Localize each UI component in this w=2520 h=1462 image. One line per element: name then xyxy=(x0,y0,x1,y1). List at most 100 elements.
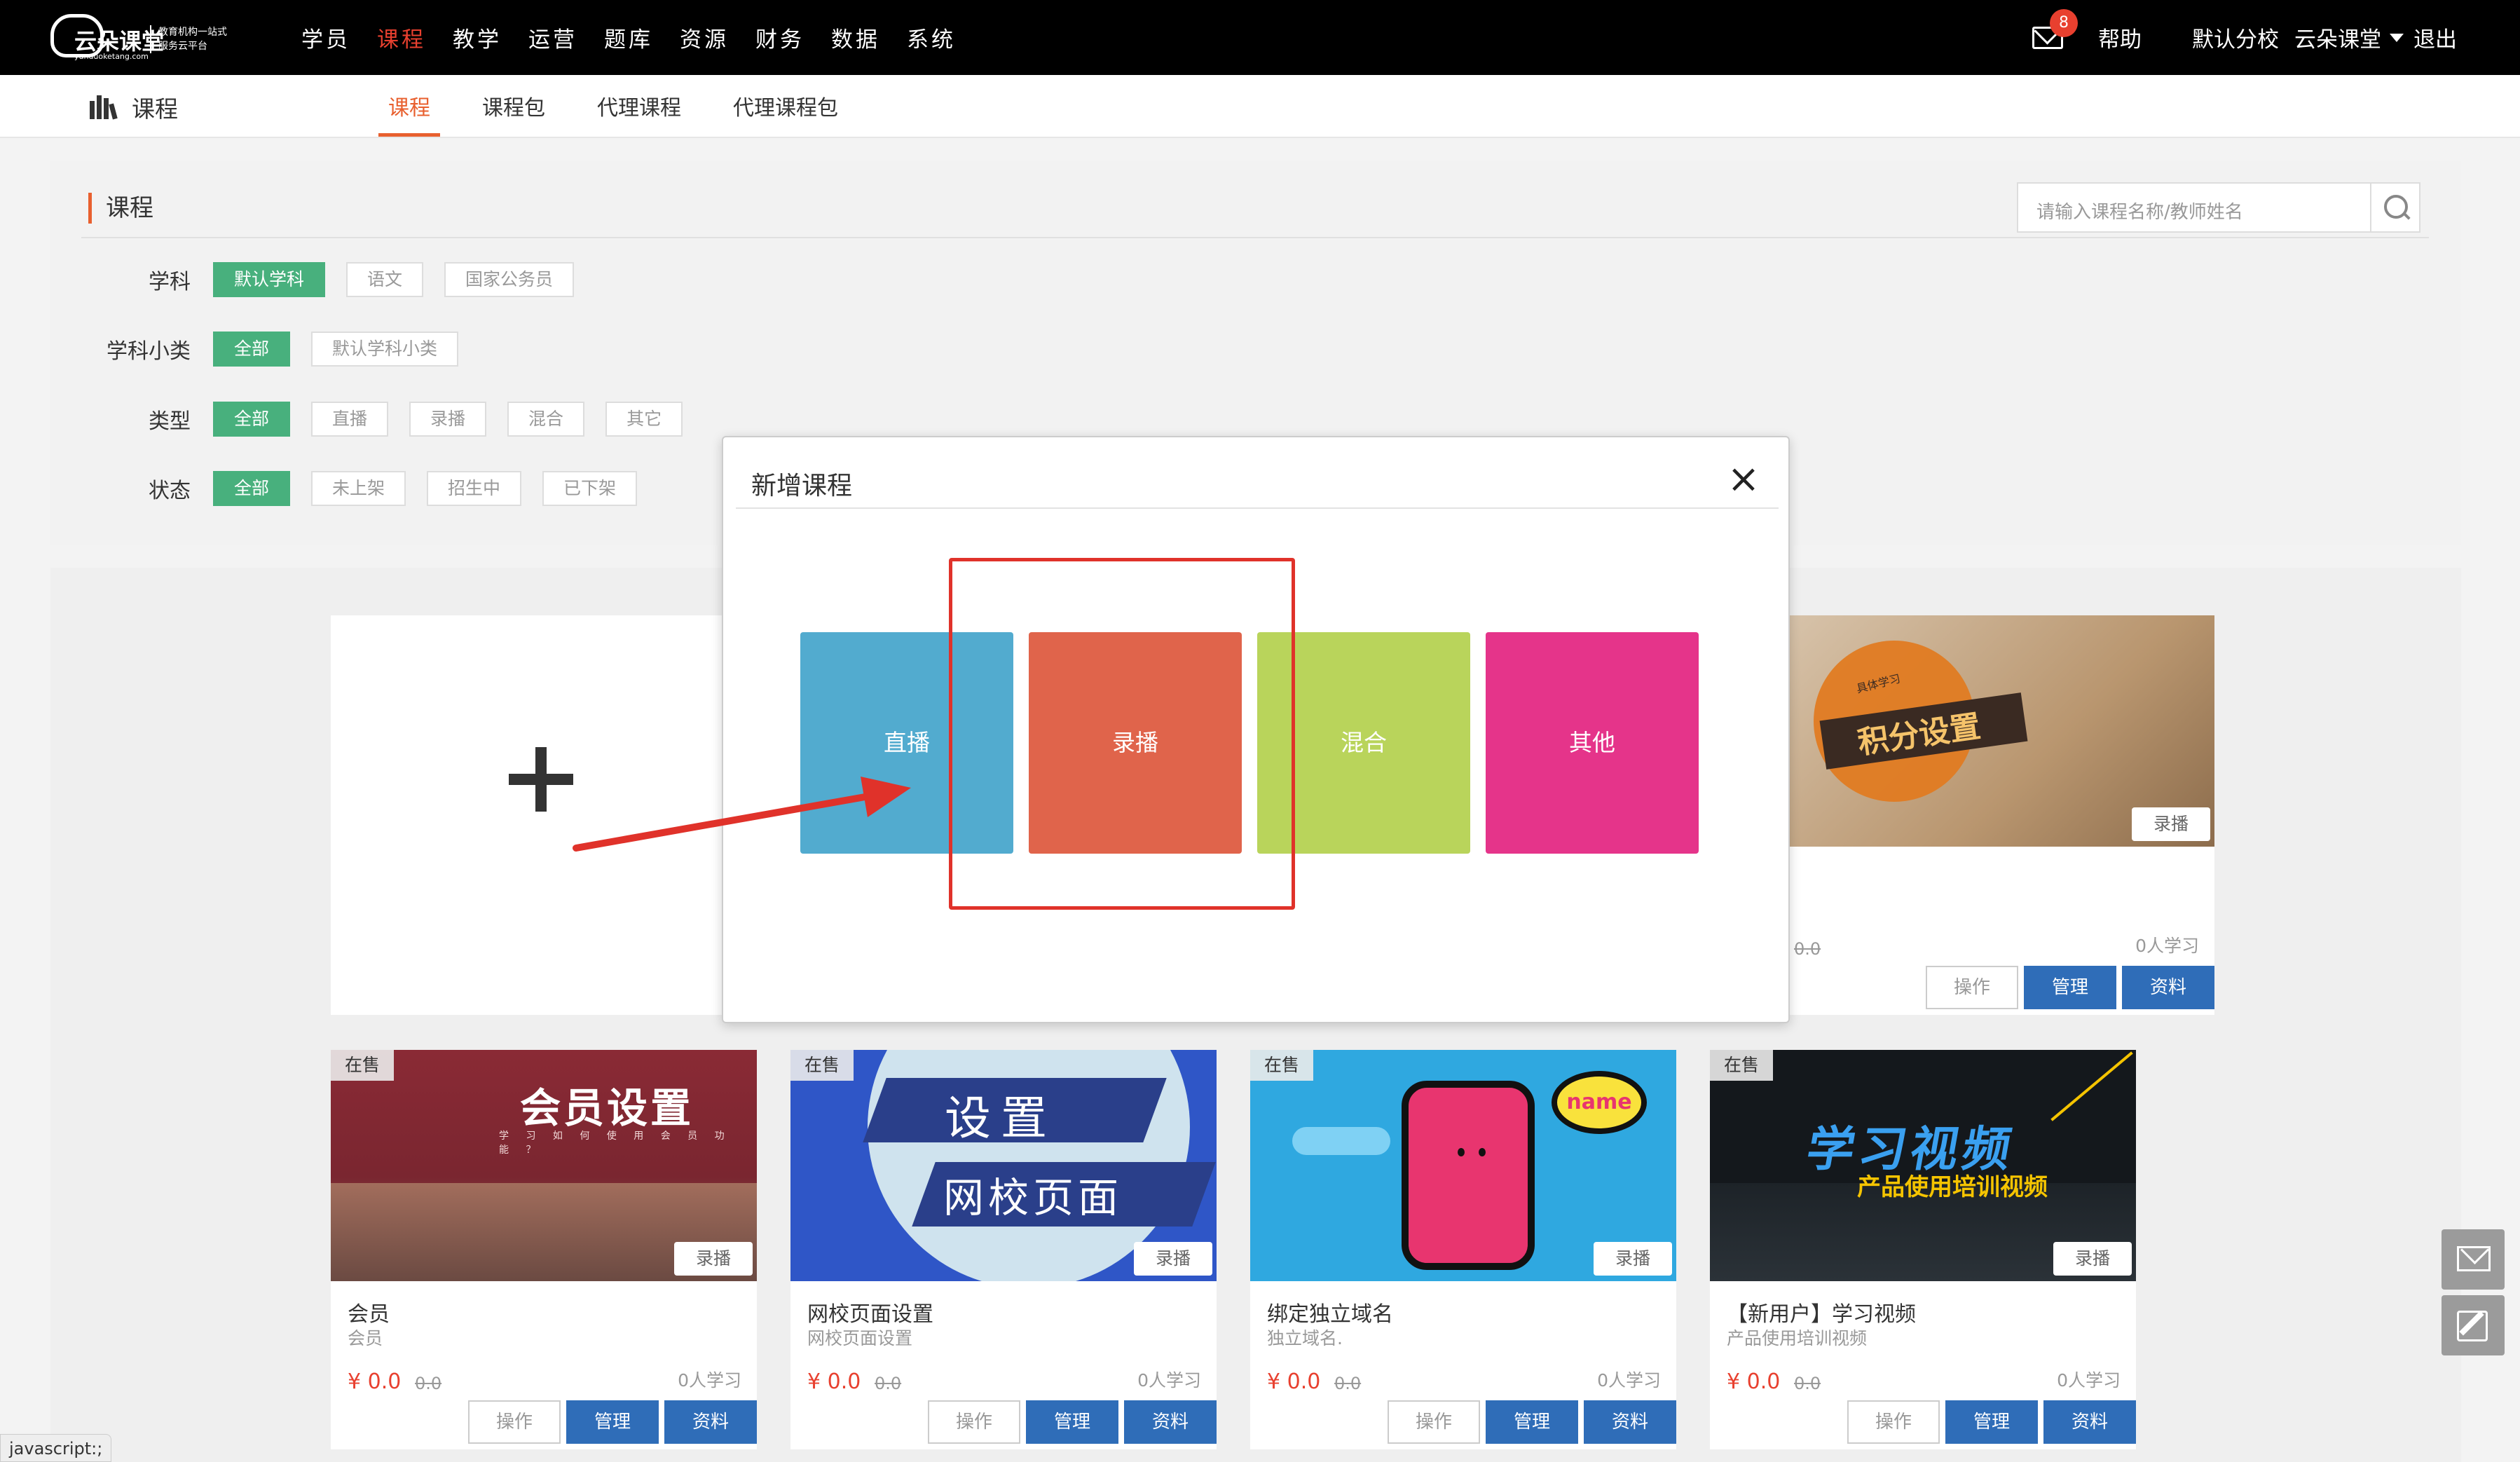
course-thumbnail[interactable]: 设置 网校页面 在售 录播 xyxy=(790,1050,1217,1281)
course-subtitle: 会员 xyxy=(348,1328,383,1348)
nav-item-finance[interactable]: 财务 xyxy=(755,22,804,53)
material-button[interactable]: 资料 xyxy=(1124,1400,1217,1444)
nav-item-question-bank[interactable]: 题库 xyxy=(604,22,653,53)
user-menu[interactable]: 云朵课堂 xyxy=(2294,22,2381,53)
course-subtitle: 独立域名. xyxy=(1267,1328,1343,1348)
filter-option[interactable]: 其它 xyxy=(605,402,683,437)
manage-button[interactable]: 管理 xyxy=(2024,966,2116,1009)
modal-title: 新增课程 xyxy=(751,472,853,500)
filter-option[interactable]: 全部 xyxy=(213,471,291,506)
tab-course-packages[interactable]: 课程包 xyxy=(472,75,555,137)
feedback-mail-button[interactable] xyxy=(2442,1229,2505,1290)
original-price: 0.0 xyxy=(875,1374,902,1393)
filter-option[interactable]: 已下架 xyxy=(542,471,638,506)
course-title[interactable]: 【新用户】学习视频 xyxy=(1727,1297,1916,1327)
filter-option[interactable]: 语文 xyxy=(346,262,424,297)
course-search[interactable]: 请输入课程名称/教师姓名 xyxy=(2017,182,2420,233)
course-title[interactable]: 绑定独立域名 xyxy=(1267,1297,1393,1327)
manage-button[interactable]: 管理 xyxy=(1945,1400,2038,1444)
nav-item-system[interactable]: 系统 xyxy=(907,22,956,53)
operate-button[interactable]: 操作 xyxy=(468,1400,561,1444)
nav-item-students[interactable]: 学员 xyxy=(301,22,350,53)
filter-option[interactable]: 全部 xyxy=(213,402,291,437)
material-button[interactable]: 资料 xyxy=(2122,966,2214,1009)
close-icon[interactable]: × xyxy=(1727,460,1760,499)
filter-option[interactable]: 全部 xyxy=(213,332,291,367)
main-nav: 学员 课程 教学 运营 题库 资源 财务 数据 系统 xyxy=(301,0,982,75)
course-thumbnail[interactable]: name 在售 录播 xyxy=(1250,1050,1676,1281)
top-navbar: 云朵课堂 yunduoketang.com 教育机构一站式服务云平台 学员 课程… xyxy=(0,0,2520,75)
filter-label: 学科小类 xyxy=(107,339,191,364)
nav-item-resources[interactable]: 资源 xyxy=(680,22,729,53)
learner-count: 0人学习 xyxy=(2057,1370,2121,1391)
course-thumbnail[interactable]: 会员设置 学 习 如 何 使 用 会 员 功 能 ？ 在售 录播 xyxy=(331,1050,757,1281)
tab-agent-course-packages[interactable]: 代理课程包 xyxy=(723,75,848,137)
course-card[interactable]: 学习视频 产品使用培训视频 在售 录播 【新用户】学习视频 产品使用培训视频 ¥… xyxy=(1710,1050,2136,1449)
filter-option[interactable]: 混合 xyxy=(507,402,585,437)
course-type-live-button[interactable]: 直播 xyxy=(800,632,1013,854)
operate-button[interactable]: 操作 xyxy=(1926,966,2018,1009)
filter-option[interactable]: 招生中 xyxy=(427,471,522,506)
card-actions: 操作 管理 资料 xyxy=(1382,1400,1676,1444)
filter-option[interactable]: 国家公务员 xyxy=(444,262,575,297)
material-button[interactable]: 资料 xyxy=(664,1400,757,1444)
manage-button[interactable]: 管理 xyxy=(1026,1400,1118,1444)
tab-courses[interactable]: 课程 xyxy=(378,75,440,137)
course-card[interactable]: 具体学习 积分设置 录播 0.0 0人学习 操作 管理 资料 xyxy=(1788,615,2214,1015)
manage-button[interactable]: 管理 xyxy=(566,1400,659,1444)
course-thumbnail[interactable]: 具体学习 积分设置 录播 xyxy=(1788,615,2214,847)
course-price: ¥ 0.0 xyxy=(807,1369,861,1394)
card-actions: 操作 管理 资料 xyxy=(1920,966,2214,1009)
search-input[interactable]: 请输入课程名称/教师姓名 xyxy=(2036,198,2243,224)
filter-option[interactable]: 默认学科 xyxy=(213,262,326,297)
original-price: 0.0 xyxy=(415,1374,442,1393)
original-price: 0.0 xyxy=(1794,939,1821,959)
learner-count: 0人学习 xyxy=(678,1370,741,1391)
divider xyxy=(81,237,2429,238)
filter-option[interactable]: 录播 xyxy=(409,402,487,437)
search-icon[interactable] xyxy=(2370,184,2419,231)
nav-item-data[interactable]: 数据 xyxy=(831,22,880,53)
branch-name: 默认分校 xyxy=(2192,27,2279,53)
course-title[interactable]: 会员 xyxy=(348,1297,390,1327)
brand-logo[interactable]: 云朵课堂 yunduoketang.com 教育机构一站式服务云平台 xyxy=(50,13,233,62)
tab-agent-courses[interactable]: 代理课程 xyxy=(587,75,691,137)
filter-option[interactable]: 直播 xyxy=(311,402,389,437)
filter-option[interactable]: 未上架 xyxy=(311,471,406,506)
mail-icon[interactable]: 8 xyxy=(2032,8,2078,49)
course-card[interactable]: name 在售 录播 绑定独立域名 独立域名. ¥ 0.0 0.0 0人学习 操… xyxy=(1250,1050,1676,1449)
operate-button[interactable]: 操作 xyxy=(1847,1400,1940,1444)
filter-label: 状态 xyxy=(149,479,191,503)
add-course-card[interactable] xyxy=(331,615,751,1015)
card-actions: 操作 管理 资料 xyxy=(922,1400,1217,1444)
edit-button[interactable] xyxy=(2442,1295,2505,1355)
thumbnail-text: 设置 xyxy=(945,1091,1057,1145)
nav-item-courses[interactable]: 课程 xyxy=(377,22,426,53)
add-course-modal: 新增课程 × 直播 录播 混合 其他 xyxy=(722,436,1790,1023)
logout-link[interactable]: 退出 xyxy=(2413,22,2457,53)
caret-down-icon[interactable] xyxy=(2390,33,2404,42)
course-title[interactable]: 网校页面设置 xyxy=(807,1297,933,1327)
operate-button[interactable]: 操作 xyxy=(1388,1400,1480,1444)
on-sale-badge: 在售 xyxy=(1250,1050,1314,1081)
brand-slogan: 教育机构一站式服务云平台 xyxy=(158,27,227,52)
sub-tabs: 课程 课程包 代理课程 代理课程包 xyxy=(378,75,880,137)
operate-button[interactable]: 操作 xyxy=(928,1400,1020,1444)
filter-option[interactable]: 默认学科小类 xyxy=(311,332,459,367)
material-button[interactable]: 资料 xyxy=(1584,1400,1676,1444)
course-type-recorded-button[interactable]: 录播 xyxy=(1029,632,1242,854)
course-type-mixed-button[interactable]: 混合 xyxy=(1257,632,1470,854)
card-actions: 操作 管理 资料 xyxy=(463,1400,757,1444)
course-thumbnail[interactable]: 学习视频 产品使用培训视频 在售 录播 xyxy=(1710,1050,2136,1281)
nav-item-teaching[interactable]: 教学 xyxy=(453,22,502,53)
original-price: 0.0 xyxy=(1334,1374,1362,1393)
help-link[interactable]: 帮助 xyxy=(2098,22,2142,53)
course-subtitle: 网校页面设置 xyxy=(807,1328,913,1348)
manage-button[interactable]: 管理 xyxy=(1486,1400,1578,1444)
nav-item-operations[interactable]: 运营 xyxy=(528,22,577,53)
course-type-other-button[interactable]: 其他 xyxy=(1486,632,1699,854)
course-card[interactable]: 设置 网校页面 在售 录播 网校页面设置 网校页面设置 ¥ 0.0 0.0 0人… xyxy=(790,1050,1217,1449)
course-card[interactable]: 会员设置 学 习 如 何 使 用 会 员 功 能 ？ 在售 录播 会员 会员 ¥… xyxy=(331,1050,757,1449)
material-button[interactable]: 资料 xyxy=(2043,1400,2136,1444)
phone-illustration xyxy=(1402,1081,1535,1270)
